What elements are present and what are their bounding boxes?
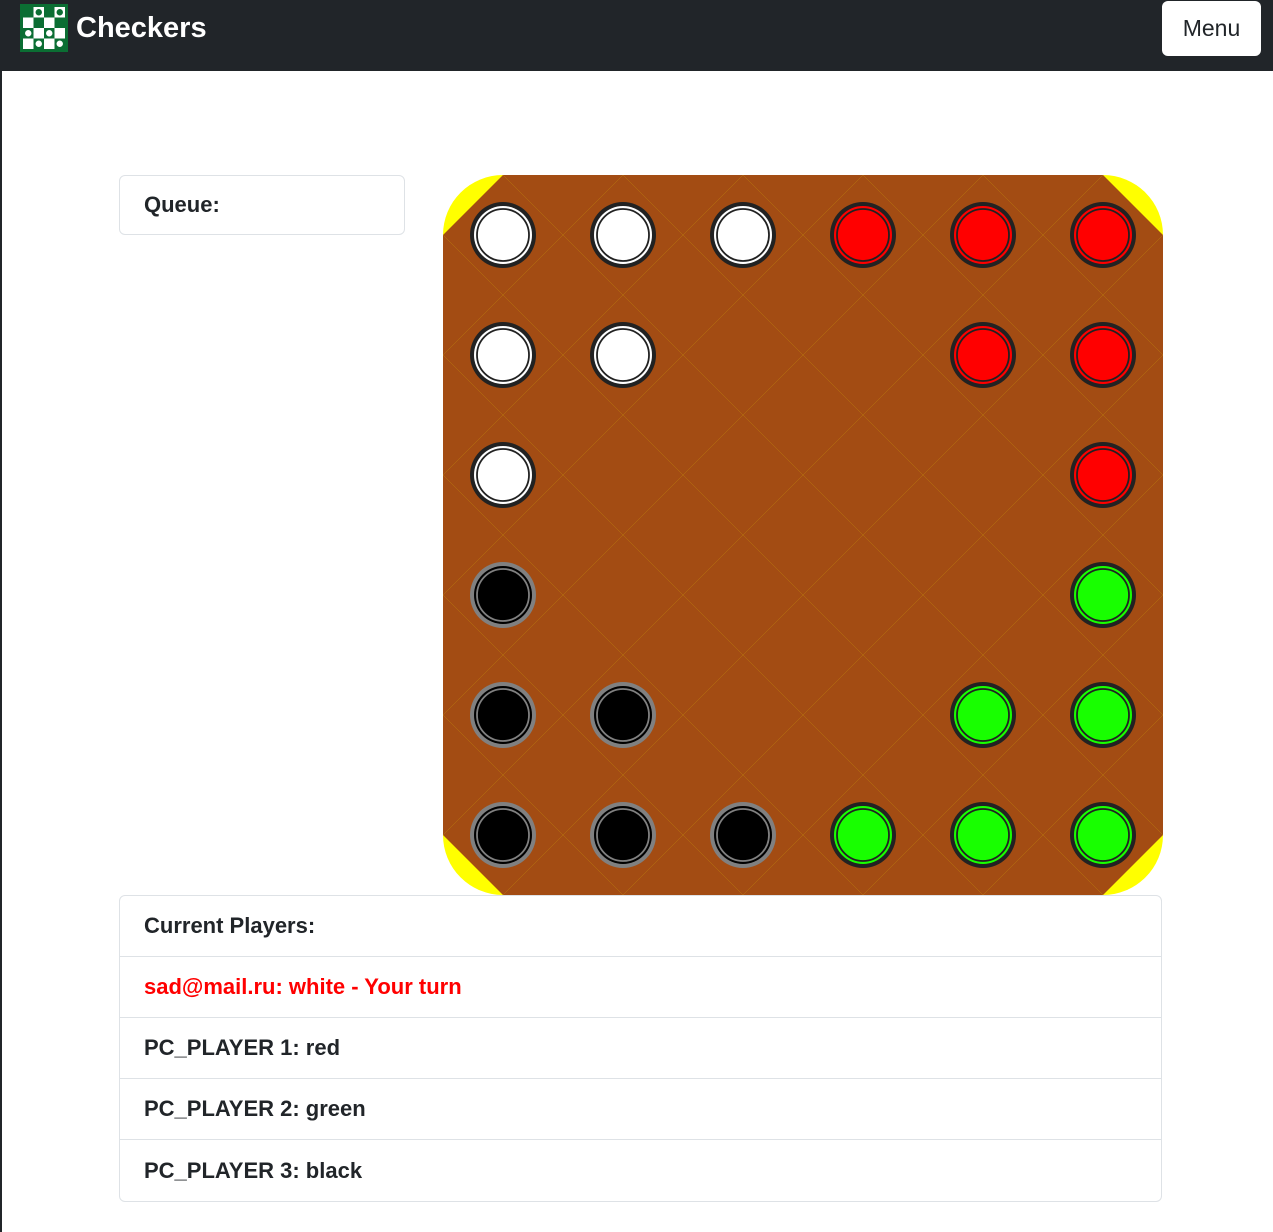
piece-red[interactable] [950,202,1016,268]
piece-white[interactable] [590,202,656,268]
game-board-container [443,175,1163,895]
player-entry: PC_PLAYER 1: red [120,1018,1161,1079]
checkerboard-logo-icon [20,4,68,52]
player-entry: PC_PLAYER 3: black [144,1157,363,1183]
piece-green[interactable] [950,682,1016,748]
piece-green[interactable] [1070,802,1136,868]
navbar: Checkers Menu [0,0,1273,71]
player-entry: PC_PLAYER 2: green [120,1079,1161,1140]
page-left-border [0,0,2,1232]
queue-card: Queue: [119,175,405,235]
piece-black[interactable] [470,802,536,868]
game-board[interactable] [443,175,1163,895]
player-entry-current: sad@mail.ru: white - Your turn [120,957,1161,1018]
piece-black[interactable] [590,682,656,748]
piece-red[interactable] [950,322,1016,388]
piece-black[interactable] [470,562,536,628]
piece-red[interactable] [1070,202,1136,268]
players-list: Current Players: sad@mail.ru: white - Yo… [119,895,1162,1202]
menu-button[interactable]: Menu [1162,1,1261,56]
piece-white[interactable] [590,322,656,388]
piece-red[interactable] [1070,442,1136,508]
piece-white[interactable] [710,202,776,268]
brand-link[interactable]: Checkers [20,4,207,52]
queue-label: Queue: [144,192,220,217]
piece-white[interactable] [470,202,536,268]
piece-black[interactable] [590,802,656,868]
piece-black[interactable] [710,802,776,868]
piece-green[interactable] [830,802,896,868]
piece-green[interactable] [1070,682,1136,748]
brand-title: Checkers [76,11,207,44]
players-header: Current Players: [120,896,1161,957]
piece-white[interactable] [470,322,536,388]
piece-red[interactable] [830,202,896,268]
piece-green[interactable] [1070,562,1136,628]
piece-black[interactable] [470,682,536,748]
piece-white[interactable] [470,442,536,508]
piece-green[interactable] [950,802,1016,868]
board-squares [443,175,1163,895]
piece-red[interactable] [1070,322,1136,388]
